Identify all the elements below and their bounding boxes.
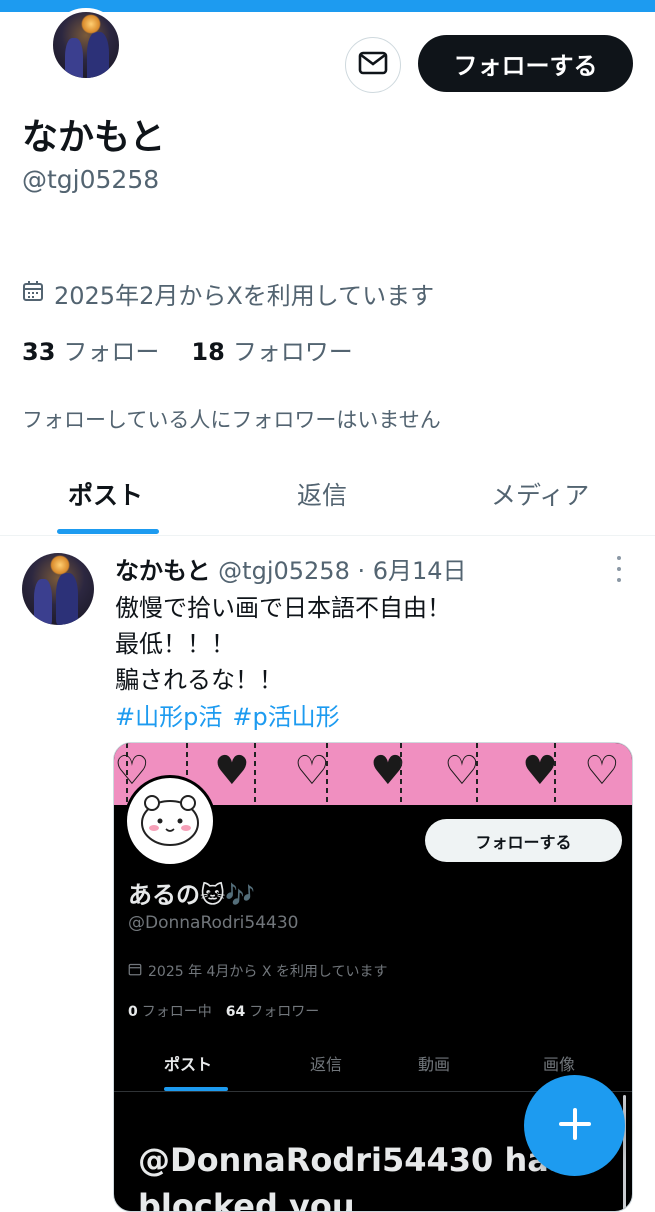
calendar-icon xyxy=(22,280,44,308)
plus-icon xyxy=(558,1107,592,1145)
calendar-icon xyxy=(128,962,142,980)
media-followers-count: 64 xyxy=(225,1004,246,1020)
avatar-figure xyxy=(56,573,78,625)
media-following-label: フォロー中 xyxy=(141,1004,212,1020)
media-joined-text: 2025 年 4月から X を利用しています xyxy=(148,964,388,980)
media-blocked-line: blocked you xyxy=(138,1187,355,1212)
joined-text: 2025年2月からXを利用しています xyxy=(54,282,435,310)
media-tab-images: 画像 xyxy=(543,1055,576,1074)
followers-label: フォロワー xyxy=(232,338,353,366)
media-follow-button: フォローする xyxy=(425,819,622,862)
post-line: 騙されるな！！ xyxy=(115,666,283,694)
media-joined: 2025 年 4月から X を利用しています xyxy=(128,961,388,981)
hashtag-link[interactable]: #p活山形 xyxy=(232,697,339,732)
avatar-glow xyxy=(50,555,70,575)
media-active-tab-indicator xyxy=(164,1087,228,1091)
media-avatar xyxy=(124,775,216,867)
profile-handle: @tgj05258 xyxy=(22,165,160,194)
post-header: なかもと @tgj05258 · 6月14日 xyxy=(115,551,467,586)
hashtag-link[interactable]: #山形p活 xyxy=(115,697,222,732)
tab-media[interactable]: メディア xyxy=(491,476,589,512)
mutual-followers-note: フォローしている人にフォロワーはいません xyxy=(22,408,441,432)
media-blocked-message: @DonnaRodri54430 has blocked you xyxy=(138,1137,568,1212)
following-count: 33 xyxy=(22,338,56,366)
media-followers-label: フォロワー xyxy=(249,1004,320,1020)
follow-button[interactable]: フォローする xyxy=(418,35,633,92)
active-tab-indicator xyxy=(57,529,159,534)
bear-face-icon xyxy=(138,795,202,847)
message-button[interactable] xyxy=(345,37,401,93)
following-link[interactable]: 33 フォロー xyxy=(22,332,159,367)
followers-count: 18 xyxy=(191,338,225,366)
media-tab-videos: 動画 xyxy=(418,1055,451,1074)
followers-link[interactable]: 18 フォロワー xyxy=(191,332,352,367)
media-tab-posts: ポスト xyxy=(164,1055,213,1074)
following-label: フォロー xyxy=(63,338,160,366)
media-tab-replies: 返信 xyxy=(310,1055,343,1074)
avatar-figure xyxy=(87,32,109,78)
tab-posts[interactable]: ポスト xyxy=(68,476,143,512)
media-blocked-line: @DonnaRodri54430 has xyxy=(138,1141,568,1179)
avatar-figure xyxy=(34,579,52,625)
media-name: あるの🐱🎶 xyxy=(128,881,255,909)
profile-avatar[interactable] xyxy=(49,8,123,82)
post-line: 傲慢で拾い画で日本語不自由！ xyxy=(115,594,451,622)
post-author-avatar[interactable] xyxy=(22,553,94,625)
profile-name: なかもと xyxy=(22,117,166,158)
post-line: 最低！！！ xyxy=(115,630,235,658)
media-counts: 0 フォロー中 64 フォロワー xyxy=(128,1001,319,1021)
more-vertical-icon[interactable] xyxy=(612,556,626,582)
profile-tabs: ポスト 返信 メディア xyxy=(0,460,655,536)
avatar-figure xyxy=(65,38,83,78)
post-author-name[interactable]: なかもと xyxy=(115,557,211,585)
media-following-count: 0 xyxy=(128,1004,138,1020)
avatar-glow xyxy=(81,14,101,34)
post-hashtags: #山形p活 #p活山形 xyxy=(115,697,340,732)
media-handle: @DonnaRodri54430 xyxy=(128,913,299,933)
compose-button[interactable] xyxy=(524,1075,625,1176)
follow-counts: 33 フォロー 18 フォロワー xyxy=(22,332,353,367)
tab-replies[interactable]: 返信 xyxy=(297,476,347,512)
envelope-icon xyxy=(358,51,388,79)
post-text: 傲慢で拾い画で日本語不自由！ 最低！！！ 騙されるな！！ xyxy=(115,590,451,698)
joined-date: 2025年2月からXを利用しています xyxy=(22,276,434,311)
post-meta: @tgj05258 · 6月14日 xyxy=(218,557,467,585)
